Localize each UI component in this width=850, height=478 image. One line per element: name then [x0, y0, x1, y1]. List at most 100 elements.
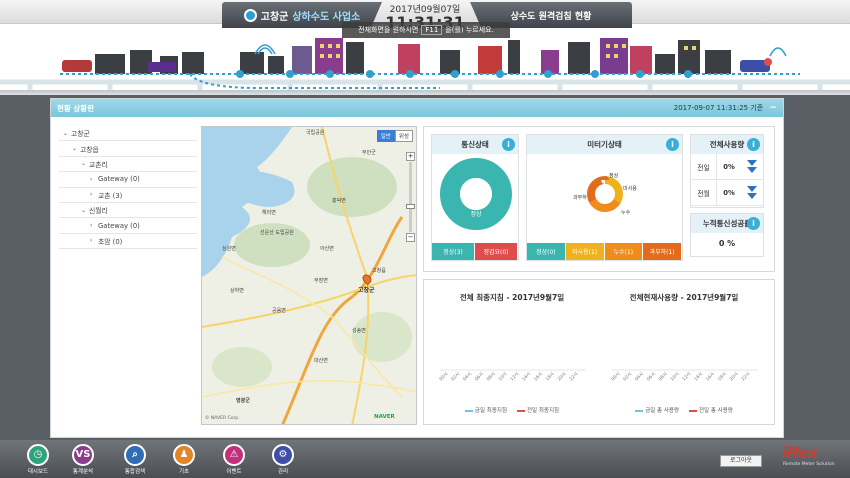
fullscreen-notice: 전체화면을 원하시면 F11 을(를) 누르세요.: [342, 22, 510, 38]
footer-nav-button[interactable]: ⚙ 관리: [265, 444, 301, 475]
tree-node[interactable]: ⌄ 신월리: [59, 203, 197, 219]
footer-nav-button[interactable]: ♟ 기초: [166, 444, 202, 475]
map-type-satellite-button[interactable]: 위성: [394, 130, 413, 142]
x-tick-label: 18시: [545, 371, 556, 382]
map-type-normal-button[interactable]: 일반: [376, 130, 395, 142]
tree-node[interactable]: ⌄ 고창군: [59, 126, 197, 142]
map-place-label: 해리면: [262, 210, 276, 216]
map-place-label: 심원면: [222, 246, 236, 252]
map-place-label: 고창읍: [372, 268, 386, 274]
footer-nav-icon: ⚠: [223, 444, 245, 466]
meter-label-leak: 누수: [621, 210, 631, 216]
status-board-panel: 현황 상황판 2017-09-07 11:31:25 기준 − ⌄ 고창군 ⌄ 고창읍…: [50, 98, 784, 438]
chart-legend-item[interactable]: 전일 최종지침: [517, 406, 559, 414]
meter-unused-button[interactable]: 미사용(1): [565, 243, 605, 260]
map-place-label: 아산면: [320, 246, 334, 252]
comm-check-button[interactable]: 정검요(0): [475, 243, 518, 260]
usage-row-label: 전일: [691, 154, 717, 179]
chevron-down-icon[interactable]: ⌄: [63, 130, 71, 137]
region-map[interactable]: 국립공원 부안군 선운산 도립공원 고창읍 영광군 흥덕면 아산면 해리면 심원…: [201, 126, 417, 425]
panel-title-bar: 현황 상황판 2017-09-07 11:31:25 기준 −: [51, 99, 783, 117]
cumulative-comm-title: 누적통신성공률: [702, 219, 752, 228]
comm-status-card: 통신상태 i 정상 정상(3) 정검요(0): [431, 134, 519, 261]
x-tick-label: 12시: [681, 371, 692, 382]
footer-nav-label: 이벤트: [226, 469, 242, 475]
x-tick-label: 22시: [568, 371, 579, 382]
x-tick-label: 20시: [556, 371, 567, 382]
x-tick-label: 04시: [462, 371, 473, 382]
x-tick-label: 02시: [450, 371, 461, 382]
chart-axis-area: 00시 02시 04시 06시 08시 10시 12시 14시 16시 18시 20시 22시: [610, 369, 758, 382]
footer-nav-button[interactable]: ◷ 대시보드: [20, 444, 56, 475]
total-usage-title: 전체사용량: [709, 140, 745, 149]
footer-nav-icon: VS: [72, 444, 94, 466]
map-place-label: 상하면: [230, 288, 244, 294]
usage-row-last-month: 전월 0%: [691, 180, 763, 206]
x-tick-label: 16시: [705, 371, 716, 382]
system-title: 상수도 원격검침 현황: [510, 11, 592, 22]
meter-overload-button[interactable]: 과부하(1): [643, 243, 682, 260]
footer-nav-button[interactable]: VS 통계분석: [65, 444, 101, 475]
chart-legend-item[interactable]: 금일 최종지침: [464, 406, 507, 414]
x-tick-label: 22시: [740, 371, 751, 382]
comm-normal-button[interactable]: 정상(3): [432, 243, 475, 260]
meter-label-normal: 정상: [609, 172, 619, 179]
x-tick-label: 10시: [669, 371, 680, 382]
chevron-right-icon[interactable]: ›: [90, 176, 98, 183]
meter-label-overload: 과부하: [573, 194, 587, 201]
meter-status-info-icon[interactable]: i: [666, 138, 679, 151]
logout-button[interactable]: 로그아웃: [720, 455, 762, 467]
x-tick-label: 00시: [610, 371, 621, 382]
chevron-down-icon[interactable]: ⌄: [81, 160, 89, 167]
comm-status-donut[interactable]: 정상: [432, 154, 520, 242]
chevron-right-icon[interactable]: ›: [90, 222, 98, 229]
footer-nav-label: 관리: [277, 469, 289, 475]
usage-charts-panel: 전체 최종지침 - 2017년9월7일 00시 02시 04시 06시 08시 10시 12…: [423, 279, 775, 425]
meter-status-donut[interactable]: 정상 미사용 누수 과부하: [527, 154, 684, 242]
tree-node[interactable]: › 교촌 (3): [59, 188, 197, 203]
x-tick-label: 00시: [438, 371, 449, 382]
map-place-label: 선운산 도립공원: [260, 230, 294, 236]
meter-normal-button[interactable]: 정상(0): [527, 243, 566, 260]
cumulative-comm-info-icon[interactable]: i: [747, 217, 760, 230]
footer-nav-label: 기초: [178, 469, 190, 475]
comm-status-info-icon[interactable]: i: [502, 138, 515, 151]
tree-node[interactable]: ⌄ 교촌리: [59, 157, 197, 173]
map-type-toggle: 일반 위성: [376, 130, 413, 142]
meter-leak-button[interactable]: 누수(1): [604, 243, 644, 260]
usage-row-value: 0%: [723, 188, 735, 197]
chevron-right-icon[interactable]: ›: [90, 191, 98, 198]
footer-nav-icon: ⌕: [124, 444, 146, 466]
collapse-button[interactable]: −: [769, 103, 777, 113]
map-place-label: 흥덕면: [332, 198, 346, 204]
zoom-slider[interactable]: [406, 162, 415, 232]
x-tick-label: 14시: [521, 371, 532, 382]
zoom-out-button[interactable]: −: [406, 233, 415, 242]
tree-node[interactable]: › 초암 (0): [59, 234, 197, 250]
footer-nav-label: 통합검색: [124, 469, 146, 475]
map-place-label: 부안군: [362, 150, 376, 156]
tree-node[interactable]: ⌄ 고창읍: [59, 141, 197, 157]
meter-status-header: 미터기상태 i: [527, 135, 682, 154]
chart-legend-item[interactable]: 전일 총 사용량: [689, 406, 733, 414]
legend-label: 금일 총 사용량: [645, 408, 679, 414]
zoom-in-button[interactable]: +: [406, 152, 415, 161]
map-city-label: 고창군: [358, 287, 375, 294]
total-usage-info-icon[interactable]: i: [747, 138, 760, 151]
legend-label: 금일 최종지침: [474, 408, 507, 414]
tree-node[interactable]: › Gateway (0): [59, 172, 197, 188]
x-tick-label: 06시: [474, 371, 485, 382]
footer-nav-button[interactable]: ⌕ 통합검색: [117, 444, 153, 475]
panel-title: 현황 상황판: [57, 103, 95, 113]
tree-node[interactable]: › Gateway (0): [59, 218, 197, 234]
zoom-slider-handle[interactable]: [406, 204, 415, 209]
tree-node-label: 신월리: [89, 207, 108, 216]
footer-nav-button[interactable]: ⚠ 이벤트: [216, 444, 252, 475]
map-canvas[interactable]: [202, 127, 417, 425]
chevron-down-icon[interactable]: ⌄: [72, 145, 80, 152]
chart-legend-item[interactable]: 금일 총 사용량: [635, 406, 679, 414]
total-usage-header: 전체사용량 i: [691, 135, 763, 154]
chevron-down-icon[interactable]: ⌄: [81, 207, 89, 214]
footer-nav-icon: ♟: [173, 444, 195, 466]
chevron-right-icon[interactable]: ›: [90, 237, 98, 244]
